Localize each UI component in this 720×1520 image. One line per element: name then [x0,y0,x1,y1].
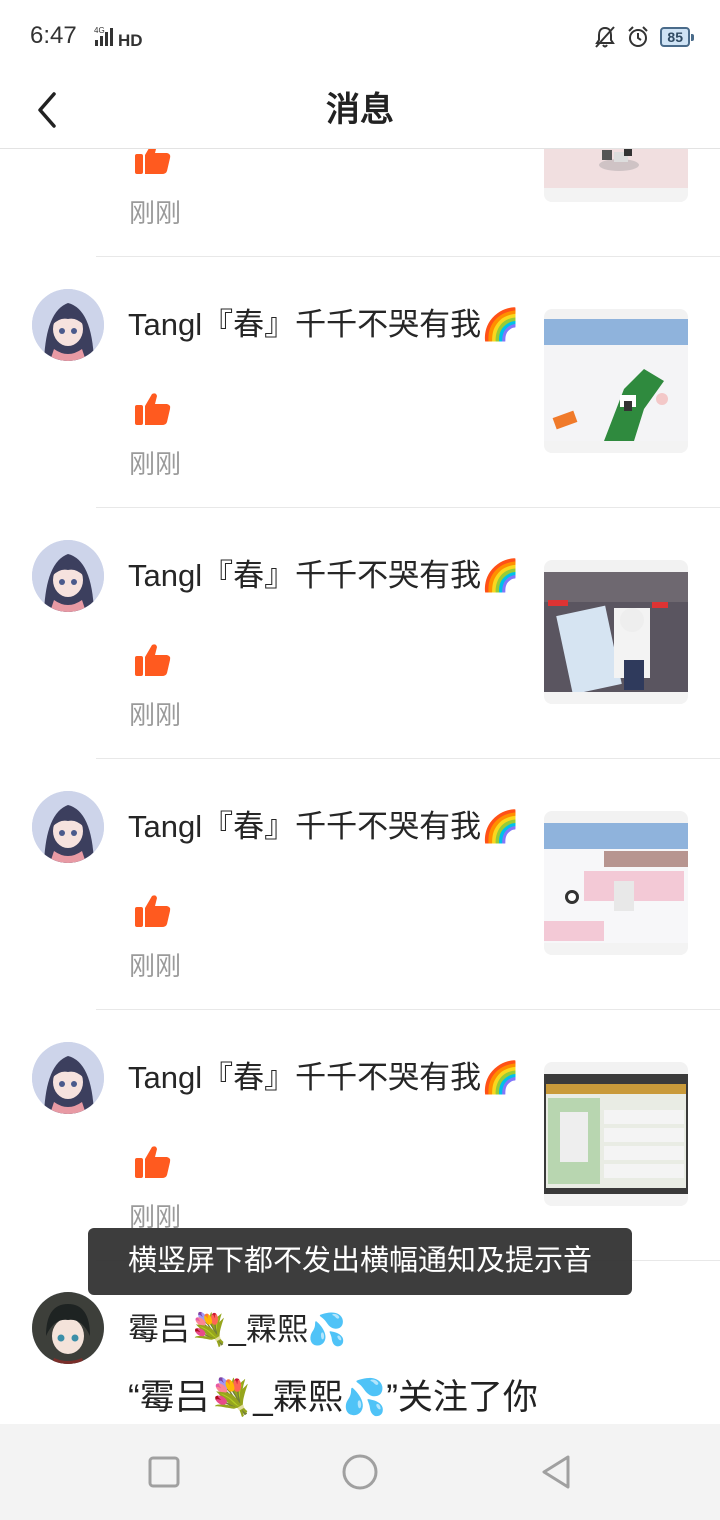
thumbs-up-icon [135,393,171,425]
status-bar: 6:47 4G HD 85 [0,0,720,72]
square-recent-icon[interactable] [140,1448,188,1496]
follow-message: “霉吕💐_霖熙💦”关注了你 [128,1378,538,1417]
post-thumbnail[interactable] [544,811,688,955]
time-label: 刚刚 [129,951,182,981]
thumbs-up-icon [135,149,171,174]
list-item[interactable]: Tangl『春』千千不哭有我🌈 刚刚 [0,508,720,759]
list-item[interactable]: Tangl『春』千千不哭有我🌈 刚刚 [0,759,720,1010]
sender-name[interactable]: Tangl『春』千千不哭有我🌈 [128,1058,520,1098]
app-header: 消息 [0,72,720,149]
avatar[interactable] [32,791,104,863]
rainbow-emoji: 🌈 [481,558,520,593]
sender-name[interactable]: Tangl『春』千千不哭有我🌈 [128,807,520,847]
avatar[interactable] [32,1042,104,1114]
avatar[interactable] [32,289,104,361]
post-thumbnail[interactable] [544,149,688,202]
rainbow-emoji: 🌈 [481,1060,520,1095]
sender-name[interactable]: 霉吕💐_霖熙💦 [128,1310,346,1350]
post-thumbnail[interactable] [544,560,688,704]
time-label: 刚刚 [129,700,182,730]
sender-name[interactable]: Tangl『春』千千不哭有我🌈 [128,305,520,345]
circle-home-icon[interactable] [336,1448,384,1496]
droplets-emoji: 💦 [307,1312,347,1347]
list-item[interactable]: Tangl『春』千千不哭有我🌈 刚刚 [0,1010,720,1261]
status-time: 6:47 [30,22,77,49]
alarm-icon [628,26,649,47]
rainbow-emoji: 🌈 [481,307,520,342]
triangle-back-icon[interactable] [532,1448,580,1496]
time-label: 刚刚 [129,449,182,479]
thumbs-up-icon [135,1146,171,1178]
svg-text:4G: 4G [94,26,105,35]
post-thumbnail[interactable] [544,1062,688,1206]
battery-icon: 85 [660,27,694,47]
sender-name[interactable]: Tangl『春』千千不哭有我🌈 [128,556,520,596]
rainbow-emoji: 🌈 [481,809,520,844]
list-item[interactable]: 刚刚 [0,149,720,257]
list-item[interactable]: Tangl『春』千千不哭有我🌈 刚刚 [0,257,720,508]
post-thumbnail[interactable] [544,309,688,453]
thumbs-up-icon [135,895,171,927]
avatar[interactable] [32,540,104,612]
signal-icon: 4G HD [94,26,143,48]
time-label: 刚刚 [129,198,182,228]
svg-text:HD: HD [118,31,143,48]
system-nav-bar [0,1424,720,1520]
mute-bell-icon [595,26,616,48]
page-title: 消息 [326,91,394,129]
bouquet-emoji: 💐 [190,1312,229,1347]
thumbs-up-icon [135,644,171,676]
toast-notification: 横竖屏下都不发出横幅通知及提示音 [88,1228,632,1295]
avatar[interactable] [32,1292,104,1364]
